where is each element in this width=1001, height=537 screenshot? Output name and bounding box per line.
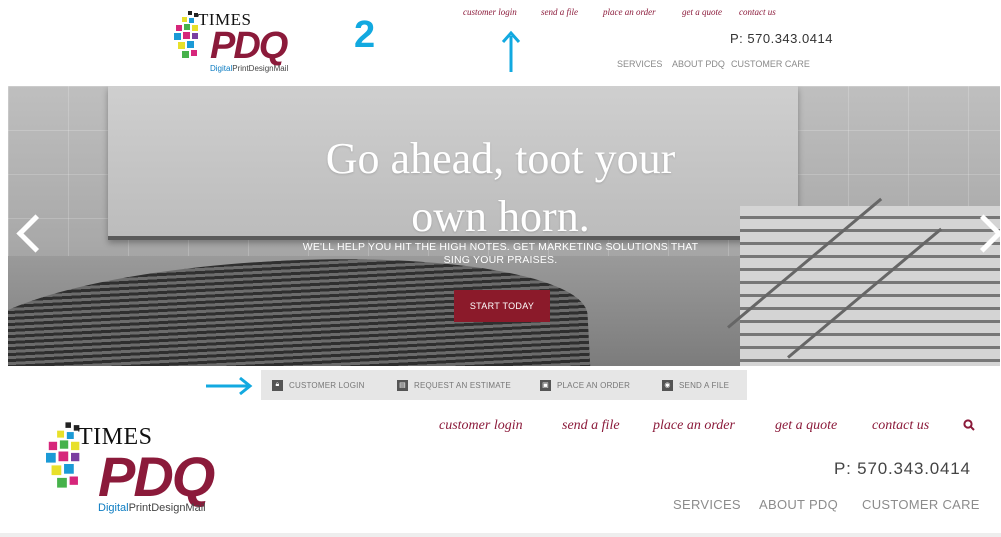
annotation-arrow-up-icon [501, 30, 521, 72]
search-icon[interactable] [963, 419, 975, 431]
top-nav-customer-care[interactable]: CUSTOMER CARE [731, 59, 810, 69]
cart-icon: ▣ [540, 379, 551, 391]
logo-tagline: DigitalPrintDesignMail [98, 502, 206, 514]
hero-title: Go ahead, toot your own horn. [325, 134, 676, 241]
main-link-send-a-file[interactable]: send a file [562, 418, 620, 434]
header-divider [0, 533, 1001, 537]
lock-icon: 🔒︎ [272, 379, 283, 391]
top-link-send-a-file[interactable]: send a file [541, 7, 578, 17]
top-link-get-a-quote[interactable]: get a quote [682, 7, 722, 17]
action-customer-login[interactable]: 🔒︎ CUSTOMER LOGIN [272, 370, 365, 400]
main-link-customer-login[interactable]: customer login [439, 418, 523, 434]
logo-pdq-text: PDQ [98, 445, 215, 508]
top-link-place-an-order[interactable]: place an order [603, 7, 656, 17]
top-nav-services[interactable]: SERVICES [617, 59, 662, 69]
top-nav-about-pdq[interactable]: ABOUT PDQ [672, 59, 725, 69]
main-nav-customer-care[interactable]: CUSTOMER CARE [862, 497, 980, 512]
main-link-get-a-quote[interactable]: get a quote [775, 418, 837, 434]
quick-action-bar: 🔒︎ CUSTOMER LOGIN ▤ REQUEST AN ESTIMATE … [261, 370, 747, 400]
document-icon: ▤ [397, 379, 408, 391]
action-place-order[interactable]: ▣ PLACE AN ORDER [540, 370, 630, 400]
main-logo[interactable]: TIMES PDQ DigitalPrintDesignMail [40, 420, 250, 520]
action-send-file[interactable]: ◉ SEND A FILE [662, 370, 729, 400]
logo-tagline: DigitalPrintDesignMail [210, 64, 289, 73]
annotation-step-number: 2 [354, 14, 376, 56]
top-phone-number: P: 570.343.0414 [730, 31, 833, 46]
camera-icon: ◉ [662, 379, 673, 391]
main-link-place-an-order[interactable]: place an order [653, 418, 735, 434]
annotation-arrow-right-icon [206, 376, 253, 396]
main-nav-about-pdq[interactable]: ABOUT PDQ [759, 497, 838, 512]
main-phone-number: P: 570.343.0414 [834, 459, 971, 478]
start-today-button[interactable]: START TODAY [454, 290, 550, 322]
logo-pdq-text: PDQ [210, 25, 288, 67]
top-link-contact-us[interactable]: contact us [739, 7, 776, 17]
main-nav-services[interactable]: SERVICES [673, 497, 741, 512]
hero-subtitle: WE'LL HELP YOU HIT THE HIGH NOTES. GET M… [302, 241, 699, 266]
main-link-contact-us[interactable]: contact us [872, 418, 929, 434]
action-request-estimate[interactable]: ▤ REQUEST AN ESTIMATE [397, 370, 511, 400]
top-logo[interactable]: TIMES PDQ DigitalPrintDesignMail [170, 7, 320, 73]
top-link-customer-login[interactable]: customer login [463, 7, 517, 17]
